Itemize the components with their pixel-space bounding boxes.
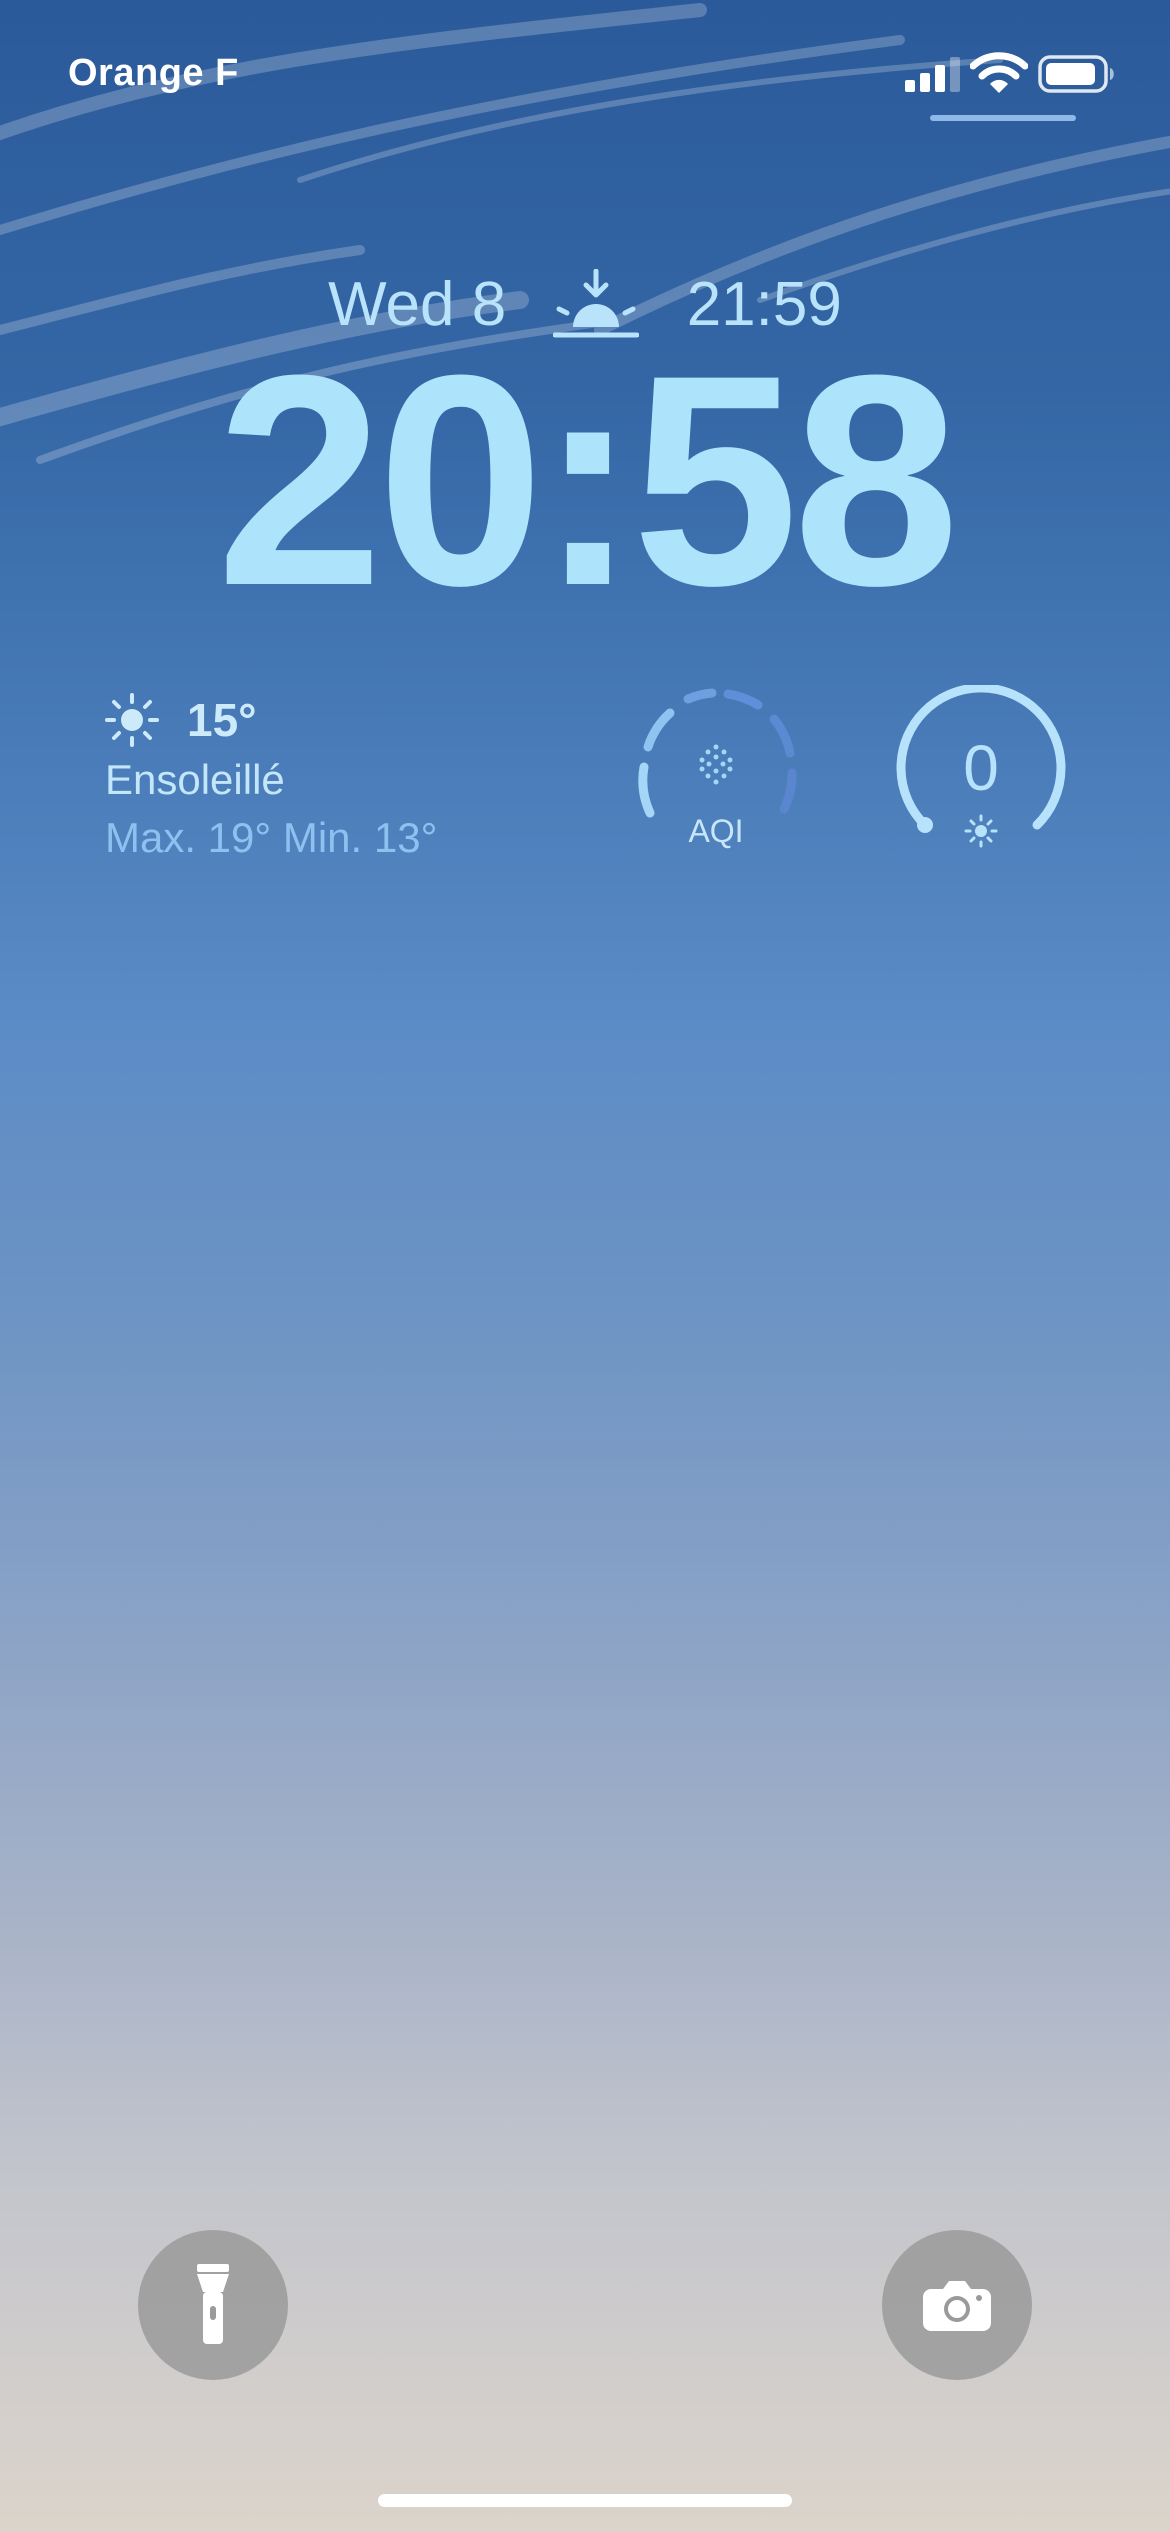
notification-indicator-line — [930, 115, 1076, 121]
sun-icon — [105, 693, 159, 747]
aqi-label: AQI — [688, 813, 744, 849]
wifi-icon — [970, 52, 1028, 93]
weather-widget[interactable]: 15° Ensoleillé Max. 19° Min. 13° — [105, 690, 555, 862]
aqi-widget[interactable]: AQI — [630, 685, 802, 857]
lock-screen-clock: 20:58 — [216, 312, 959, 648]
flashlight-icon — [197, 2264, 229, 2344]
uv-index-widget[interactable]: 0 — [895, 683, 1067, 857]
weather-condition: Ensoleillé — [105, 756, 285, 803]
status-bar: Orange F — [0, 0, 1170, 150]
uv-sun-icon — [964, 814, 998, 848]
camera-icon — [923, 2281, 991, 2331]
uv-index-value: 0 — [963, 732, 999, 804]
battery-icon — [1038, 55, 1114, 93]
current-temperature: 15° — [187, 694, 257, 746]
temperature-range: Max. 19° Min. 13° — [105, 814, 438, 861]
home-indicator[interactable] — [378, 2494, 792, 2507]
camera-button[interactable] — [882, 2230, 1032, 2380]
aqi-dots-icon — [699, 744, 733, 785]
carrier-name: Orange F — [68, 52, 239, 94]
cellular-signal-icon — [905, 57, 960, 92]
flashlight-button[interactable] — [138, 2230, 288, 2380]
